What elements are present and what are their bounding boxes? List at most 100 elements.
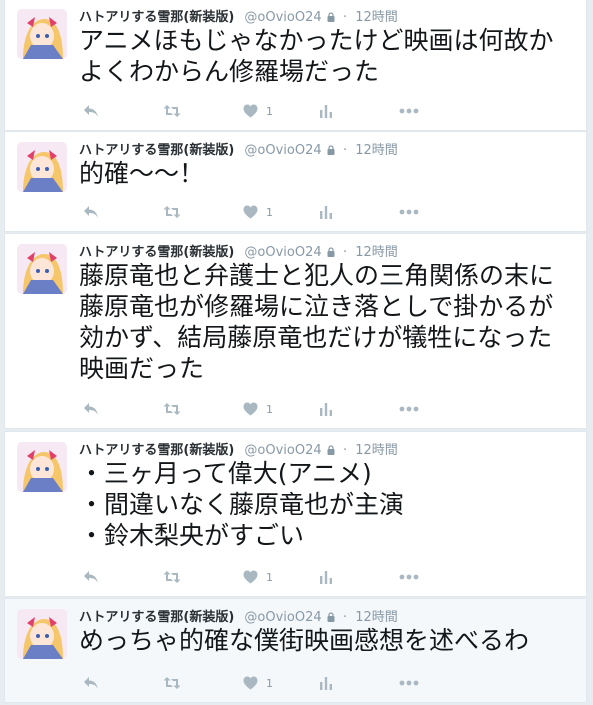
tweet-header: ハトアリする雪那(新装版) @oOvioO24 · 12時間 xyxy=(79,241,578,261)
tweet-header: ハトアリする雪那(新装版) @oOvioO24 · 12時間 xyxy=(79,6,578,26)
more-icon xyxy=(399,406,419,412)
timestamp[interactable]: 12時間 xyxy=(355,143,398,158)
analytics-button[interactable] xyxy=(319,568,333,586)
retweet-icon xyxy=(163,570,181,584)
more-button[interactable] xyxy=(399,102,419,120)
screen-name[interactable]: @oOvioO24 xyxy=(244,143,321,158)
like-button[interactable]: 1 xyxy=(243,203,273,221)
analytics-button[interactable] xyxy=(319,203,333,221)
timestamp[interactable]: 12時間 xyxy=(355,10,398,25)
display-name[interactable]: ハトアリする雪那(新装版) xyxy=(79,610,234,625)
timeline: ハトアリする雪那(新装版) @oOvioO24 · 12時間 アニメほもじゃなか… xyxy=(0,0,593,705)
like-button[interactable]: 1 xyxy=(243,568,273,586)
retweet-icon xyxy=(163,104,181,118)
tweet-text: ・三ヶ月って偉大(アニメ) ・間違いなく藤原竜也が主演 ・鈴木梨央がすごい xyxy=(79,458,578,551)
reply-icon xyxy=(83,402,99,416)
tweet-card[interactable]: ハトアリする雪那(新装版) @oOvioO24 · 12時間 ・三ヶ月って偉大(… xyxy=(4,431,587,597)
retweet-button[interactable] xyxy=(163,203,181,221)
retweet-icon xyxy=(163,676,181,690)
reply-icon xyxy=(83,570,99,584)
tweet-line: 映画だった xyxy=(79,354,205,383)
retweet-icon xyxy=(163,205,181,219)
reply-icon xyxy=(83,676,99,690)
reply-button[interactable] xyxy=(83,674,99,692)
action-bar: 1 xyxy=(79,568,578,586)
more-button[interactable] xyxy=(399,568,419,586)
tweet-line: 藤原竜也と弁護士と犯人の三角関係の末に xyxy=(79,261,555,290)
analytics-button[interactable] xyxy=(319,674,333,692)
reply-icon xyxy=(83,104,99,118)
action-bar: 1 xyxy=(79,674,578,692)
reply-button[interactable] xyxy=(83,203,99,221)
display-name[interactable]: ハトアリする雪那(新装版) xyxy=(79,443,234,458)
timestamp[interactable]: 12時間 xyxy=(355,245,398,260)
screen-name[interactable]: @oOvioO24 xyxy=(244,610,321,625)
lock-icon xyxy=(327,144,335,159)
lock-icon xyxy=(327,246,335,261)
like-button[interactable]: 1 xyxy=(243,674,273,692)
reply-icon xyxy=(83,205,99,219)
tweet-line: 的確〜〜！ xyxy=(79,159,205,188)
action-bar: 1 xyxy=(79,203,578,221)
lock-icon xyxy=(327,611,335,626)
more-button[interactable] xyxy=(399,203,419,221)
screen-name[interactable]: @oOvioO24 xyxy=(244,443,321,458)
avatar[interactable] xyxy=(17,9,67,59)
like-button[interactable]: 1 xyxy=(243,400,273,418)
like-count: 1 xyxy=(266,402,273,416)
retweet-button[interactable] xyxy=(163,568,181,586)
display-name[interactable]: ハトアリする雪那(新装版) xyxy=(79,245,234,260)
analytics-icon xyxy=(319,570,333,584)
like-icon xyxy=(243,570,258,584)
more-button[interactable] xyxy=(399,400,419,418)
reply-button[interactable] xyxy=(83,102,99,120)
analytics-icon xyxy=(319,402,333,416)
like-icon xyxy=(243,676,258,690)
display-name[interactable]: ハトアリする雪那(新装版) xyxy=(79,10,234,25)
like-icon xyxy=(243,104,258,118)
like-icon xyxy=(243,205,258,219)
tweet-card[interactable]: ハトアリする雪那(新装版) @oOvioO24 · 12時間 藤原竜也と弁護士と… xyxy=(4,233,587,429)
reply-button[interactable] xyxy=(83,400,99,418)
separator-dot: · xyxy=(342,10,348,25)
action-bar: 1 xyxy=(79,102,578,120)
tweet-text: 藤原竜也と弁護士と犯人の三角関係の末に 藤原竜也が修羅場に泣き落としで掛かるが … xyxy=(79,260,578,384)
tweet-text: アニメほもじゃなかったけど映画は何故か よくわからん修羅場だった xyxy=(79,25,578,87)
analytics-icon xyxy=(319,676,333,690)
tweet-header: ハトアリする雪那(新装版) @oOvioO24 · 12時間 xyxy=(79,606,578,626)
retweet-button[interactable] xyxy=(163,400,181,418)
timestamp[interactable]: 12時間 xyxy=(355,610,398,625)
like-count: 1 xyxy=(266,205,273,219)
tweet-line: アニメほもじゃなかったけど映画は何故か xyxy=(79,26,554,55)
retweet-button[interactable] xyxy=(163,674,181,692)
display-name[interactable]: ハトアリする雪那(新装版) xyxy=(79,143,234,158)
lock-icon xyxy=(327,11,335,26)
screen-name[interactable]: @oOvioO24 xyxy=(244,245,321,260)
separator-dot: · xyxy=(342,143,348,158)
retweet-button[interactable] xyxy=(163,102,181,120)
analytics-button[interactable] xyxy=(319,400,333,418)
like-button[interactable]: 1 xyxy=(243,102,273,120)
tweet-line: ・間違いなく藤原竜也が主演 xyxy=(79,490,405,519)
analytics-button[interactable] xyxy=(319,102,333,120)
like-count: 1 xyxy=(266,570,273,584)
avatar[interactable] xyxy=(17,442,67,492)
avatar[interactable] xyxy=(17,244,67,294)
tweet-header: ハトアリする雪那(新装版) @oOvioO24 · 12時間 xyxy=(79,139,578,159)
more-icon xyxy=(399,574,419,580)
tweet-line: よくわからん修羅場だった xyxy=(79,57,380,86)
tweet-text: 的確〜〜！ xyxy=(79,158,578,189)
tweet-card[interactable]: ハトアリする雪那(新装版) @oOvioO24 · 12時間 めっちゃ的確な僕街… xyxy=(4,598,587,703)
lock-icon xyxy=(327,444,335,459)
timestamp[interactable]: 12時間 xyxy=(355,443,398,458)
tweet-card[interactable]: ハトアリする雪那(新装版) @oOvioO24 · 12時間 アニメほもじゃなか… xyxy=(4,0,587,131)
action-bar: 1 xyxy=(79,400,578,418)
more-button[interactable] xyxy=(399,674,419,692)
tweet-card[interactable]: ハトアリする雪那(新装版) @oOvioO24 · 12時間 的確〜〜！ 1 xyxy=(4,131,587,232)
screen-name[interactable]: @oOvioO24 xyxy=(244,10,321,25)
avatar[interactable] xyxy=(17,609,67,659)
avatar[interactable] xyxy=(17,142,67,192)
reply-button[interactable] xyxy=(83,568,99,586)
separator-dot: · xyxy=(342,443,348,458)
tweet-line: 効かず、結局藤原竜也だけが犠牲になった xyxy=(79,323,553,352)
